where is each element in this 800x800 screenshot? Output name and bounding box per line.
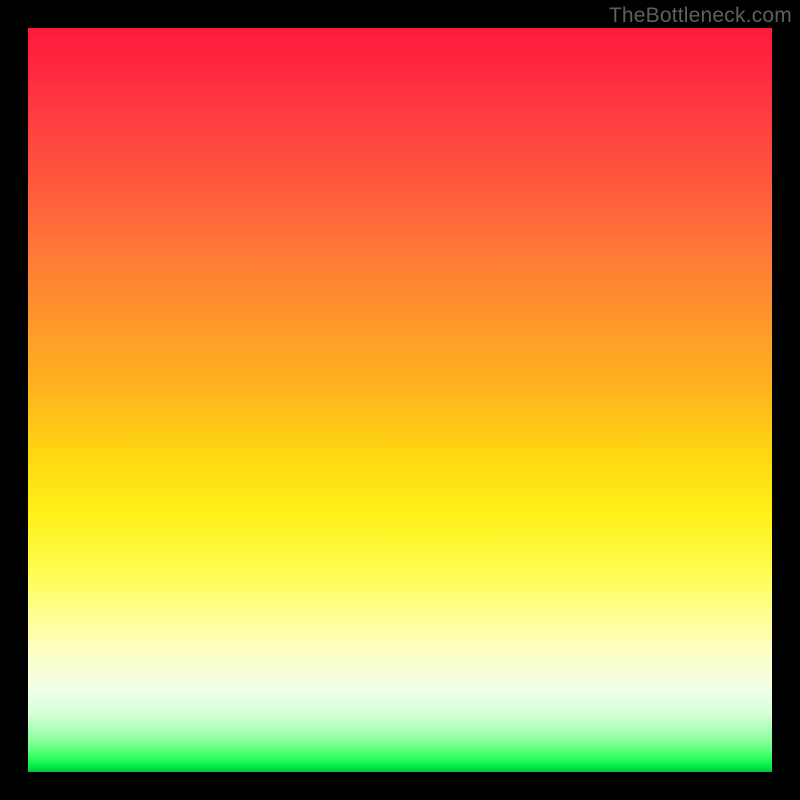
gradient-background	[28, 28, 772, 772]
watermark-text: TheBottleneck.com	[609, 4, 792, 28]
chart-frame: TheBottleneck.com	[0, 0, 800, 800]
plot-area	[28, 28, 772, 772]
